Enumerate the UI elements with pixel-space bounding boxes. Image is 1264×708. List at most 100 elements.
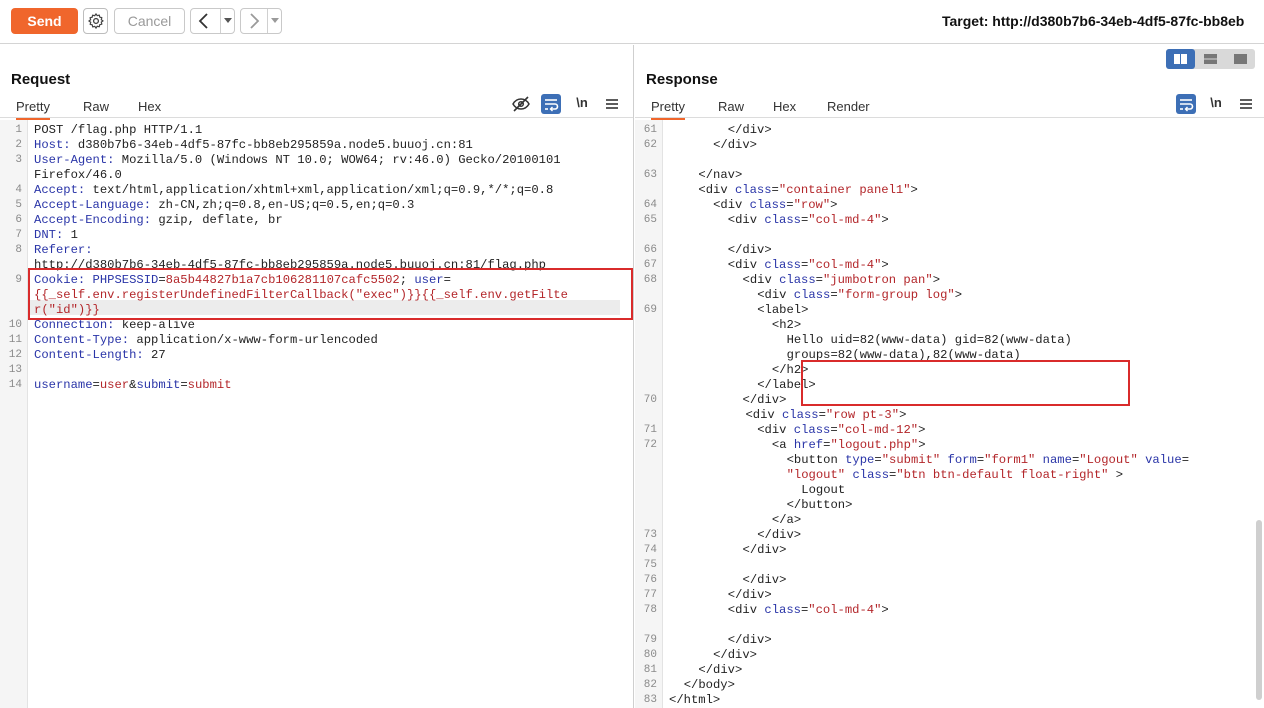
code-text: <div class="col-md-4"> xyxy=(728,258,889,273)
line-number: 62 xyxy=(643,139,657,151)
code-token: <label> xyxy=(757,303,809,317)
code-text: </div> xyxy=(743,543,787,558)
code-token: </div> xyxy=(742,543,787,557)
code-text: </button> xyxy=(787,498,853,513)
code-text: <button type="submit" form="form1" name=… xyxy=(787,453,1189,468)
split-horizontal-icon[interactable] xyxy=(1166,49,1195,69)
wrap-lines-icon[interactable] xyxy=(1176,94,1196,114)
code-token: </div> xyxy=(727,588,772,602)
back-nav-group xyxy=(190,8,235,34)
code-text: </div> xyxy=(728,633,772,648)
code-token: > xyxy=(910,183,918,197)
code-token: "col-md-4" xyxy=(808,603,882,617)
response-scrollbar[interactable] xyxy=(1256,520,1262,700)
code-text: Accept: text/html,application/xhtml+xml,… xyxy=(34,183,553,198)
code-token: username xyxy=(34,378,93,392)
code-token: user xyxy=(99,378,130,392)
forward-history-dropdown[interactable] xyxy=(267,9,281,33)
code-token: = xyxy=(180,378,188,392)
code-token: </div> xyxy=(727,633,772,647)
back-history-dropdown[interactable] xyxy=(220,9,234,33)
eye-off-icon[interactable] xyxy=(511,94,531,114)
code-text: Hello uid=82(www-data) gid=82(www-data) xyxy=(787,333,1072,348)
code-token: DNT: xyxy=(34,228,71,242)
code-token: </div> xyxy=(713,138,757,152)
line-number: 1 xyxy=(15,124,22,136)
cancel-button[interactable]: Cancel xyxy=(114,8,185,34)
response-tab-hex[interactable]: Hex xyxy=(773,99,796,114)
menu-icon[interactable] xyxy=(1236,94,1256,114)
request-tab-pretty[interactable]: Pretty xyxy=(16,99,50,120)
code-token: Referer: xyxy=(34,243,100,257)
code-token: = xyxy=(786,198,794,212)
code-text: <div class="form-group log"> xyxy=(757,288,962,303)
code-token: <div xyxy=(727,258,765,272)
split-vertical-icon[interactable] xyxy=(1196,49,1225,69)
code-token: > xyxy=(918,423,926,437)
single-panel-icon[interactable] xyxy=(1226,49,1255,69)
chevron-right-icon[interactable] xyxy=(241,9,267,33)
response-tab-render[interactable]: Render xyxy=(827,99,870,114)
send-button[interactable]: Send xyxy=(11,8,78,34)
code-token: class xyxy=(749,198,787,212)
request-tab-hex[interactable]: Hex xyxy=(138,99,161,114)
code-token: value xyxy=(1145,453,1182,467)
line-number: 74 xyxy=(643,544,657,556)
code-token: class xyxy=(793,288,831,302)
request-title: Request xyxy=(11,71,71,88)
code-token: "container panel1" xyxy=(778,183,911,197)
code-token: Connection: xyxy=(34,318,122,332)
line-number: 69 xyxy=(643,304,657,316)
chevron-left-icon[interactable] xyxy=(191,9,217,33)
code-token: <div xyxy=(727,213,765,227)
code-text: </div> xyxy=(743,393,787,408)
code-text: <div class="row"> xyxy=(713,198,837,213)
target-url[interactable]: Target: http://d380b7b6-34eb-4df5-87fc-b… xyxy=(942,13,1264,29)
code-text: </div> xyxy=(757,528,801,543)
code-token: class xyxy=(793,423,831,437)
code-text: <label> xyxy=(757,303,808,318)
code-token: Accept-Encoding: xyxy=(34,213,159,227)
code-token: <a xyxy=(771,438,794,452)
request-tabs: Pretty Raw Hex \n xyxy=(0,94,633,120)
line-number: 81 xyxy=(643,664,657,676)
settings-button[interactable] xyxy=(83,8,108,34)
code-token: <h2> xyxy=(771,318,802,332)
line-number: 63 xyxy=(643,169,657,181)
code-text: <div class="col-md-4"> xyxy=(728,603,889,618)
wrap-lines-icon[interactable] xyxy=(541,94,561,114)
request-tab-raw[interactable]: Raw xyxy=(83,99,109,114)
response-tab-raw[interactable]: Raw xyxy=(718,99,744,114)
code-text: </div> xyxy=(743,573,787,588)
response-editor[interactable]: 61 </div> 62 </div> 63 </nav> <div class="cont… xyxy=(635,120,1264,708)
line-number: 9 xyxy=(15,274,22,286)
code-token: > xyxy=(881,603,889,617)
line-number: 3 xyxy=(15,154,22,166)
line-number: 78 xyxy=(643,604,657,616)
newline-icon[interactable]: \n xyxy=(572,94,592,114)
code-token: <div xyxy=(713,198,750,212)
menu-icon[interactable] xyxy=(602,94,622,114)
output-highlight-box xyxy=(801,360,1130,406)
code-token: Content-Length: xyxy=(34,348,152,362)
request-editor[interactable]: 1 POST /flag.php HTTP/1.1 2 Host: d380b7b6-… xyxy=(0,120,633,708)
line-number: 82 xyxy=(643,679,657,691)
code-token: <div xyxy=(757,423,794,437)
code-token: <div xyxy=(745,408,783,422)
code-text: Connection: keep-alive xyxy=(34,318,195,333)
code-token: Content-Type: xyxy=(34,333,137,347)
response-tab-pretty[interactable]: Pretty xyxy=(651,99,685,120)
code-token: class xyxy=(764,213,801,227)
caret-down-icon xyxy=(224,18,232,23)
line-number: 5 xyxy=(15,199,22,211)
code-token: "btn btn-default float-right" xyxy=(896,468,1109,482)
newline-icon[interactable]: \n xyxy=(1206,94,1226,114)
code-token: class xyxy=(782,408,819,422)
line-number: 14 xyxy=(8,379,22,391)
code-token: keep-alive xyxy=(121,318,195,332)
code-token: </button> xyxy=(786,498,853,512)
code-token: </div> xyxy=(757,528,802,542)
code-token: = xyxy=(874,453,882,467)
code-text: </div> xyxy=(713,138,757,153)
